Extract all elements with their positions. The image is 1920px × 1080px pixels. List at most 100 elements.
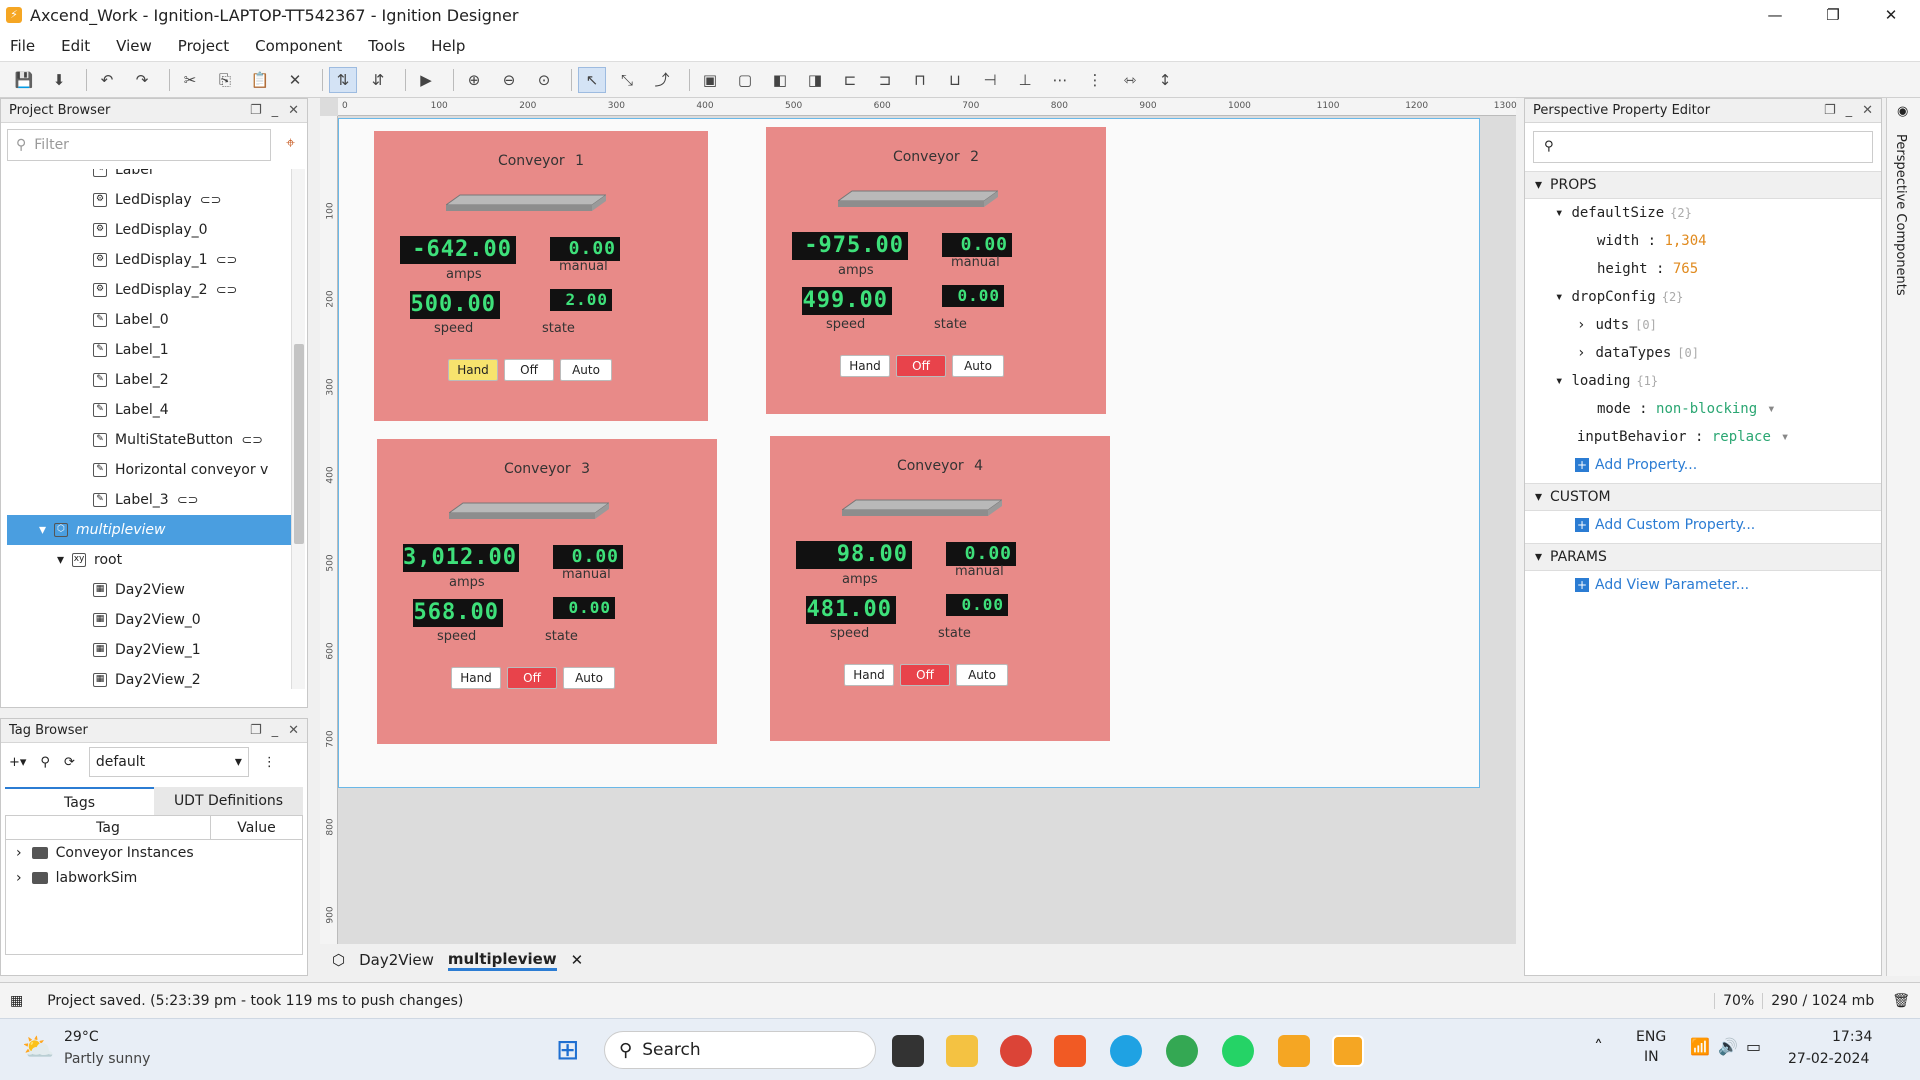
tree-item[interactable]: ✎ Horizontal conveyor v bbox=[7, 455, 291, 485]
tab-day2view[interactable]: Day2View bbox=[359, 951, 434, 969]
tree-item[interactable]: ✎ Label_4 bbox=[7, 395, 291, 425]
align-right-icon[interactable]: ⊣ bbox=[976, 67, 1004, 93]
perspective-components-tab[interactable]: ◉ Perspective Components bbox=[1886, 98, 1920, 976]
zoom-in-icon[interactable]: ⊕ bbox=[460, 67, 488, 93]
auto-button[interactable]: Auto bbox=[952, 355, 1004, 377]
tree-item[interactable]: ✎ MultiStateButton ⊂⊃ bbox=[7, 425, 291, 455]
off-button[interactable]: Off bbox=[504, 359, 554, 381]
tree-item[interactable]: ✎ Label_3 ⊂⊃ bbox=[7, 485, 291, 515]
start-icon[interactable]: ⊞ bbox=[556, 1033, 579, 1066]
menu-edit[interactable]: Edit bbox=[61, 37, 90, 55]
align-left-icon[interactable]: ⊏ bbox=[836, 67, 864, 93]
cut-icon[interactable]: ✂ bbox=[176, 67, 204, 93]
align-center-icon[interactable]: ⊐ bbox=[871, 67, 899, 93]
zoom-out-icon[interactable]: ⊖ bbox=[495, 67, 523, 93]
params-section-header[interactable]: ▾ PARAMS bbox=[1525, 543, 1881, 571]
clock-date[interactable]: 27-02-2024 bbox=[1788, 1051, 1869, 1067]
tag-row[interactable]: › Conveyor Instances bbox=[6, 840, 302, 865]
close-panel-icon[interactable]: ✕ bbox=[288, 103, 299, 118]
locate-icon[interactable]: ⌖ bbox=[286, 133, 295, 153]
tree-item[interactable]: ▾ xy root bbox=[7, 545, 291, 575]
auto-button[interactable]: Auto bbox=[956, 664, 1008, 686]
prop-height[interactable]: height : 765 bbox=[1525, 255, 1881, 283]
auto-button[interactable]: Auto bbox=[563, 667, 615, 689]
play-icon[interactable]: ▶ bbox=[412, 67, 440, 93]
chrome-profile-icon[interactable] bbox=[1166, 1035, 1198, 1067]
off-button[interactable]: Off bbox=[900, 664, 950, 686]
taskbar-search[interactable]: ⚲ Search bbox=[604, 1031, 876, 1069]
volume-icon[interactable]: 🔊 bbox=[1718, 1037, 1738, 1056]
designer-canvas[interactable]: 0 100 200 300 400 500 600 700 800 900 1000 1100 1200… bbox=[320, 98, 1517, 944]
close-button[interactable]: ✕ bbox=[1862, 0, 1920, 30]
add-property-link[interactable]: + Add Property... bbox=[1525, 451, 1881, 479]
hand-button[interactable]: Hand bbox=[840, 355, 890, 377]
prop-dropconfig[interactable]: ▾ dropConfig {2} bbox=[1525, 283, 1881, 311]
trash-icon[interactable]: 🗑 bbox=[1882, 993, 1920, 1009]
copy-icon[interactable]: ⎘ bbox=[211, 67, 239, 93]
refresh-icon[interactable]: ⟳ bbox=[64, 755, 75, 770]
tree-scrollbar[interactable] bbox=[291, 169, 305, 689]
float-icon[interactable]: ❐ bbox=[1824, 103, 1836, 118]
undo-icon[interactable]: ↶ bbox=[93, 67, 121, 93]
conveyor-panel[interactable]: Conveyor 1 -642.00 amps 0.00 manual 500.00 spe… bbox=[374, 131, 708, 421]
hand-button[interactable]: Hand bbox=[844, 664, 894, 686]
chevron-up-icon[interactable]: ˄ bbox=[1594, 1037, 1603, 1058]
minimize-button[interactable]: — bbox=[1746, 0, 1804, 30]
tree-item[interactable]: ✎ Label_1 bbox=[7, 335, 291, 365]
tree-item[interactable]: ▦ Day2View_0 bbox=[7, 605, 291, 635]
minimize-panel-icon[interactable]: _ bbox=[1846, 103, 1853, 118]
tree-item[interactable]: ⚙ LedDisplay_2 ⊂⊃ bbox=[7, 275, 291, 305]
minimize-panel-icon[interactable]: _ bbox=[272, 723, 279, 738]
tree-item[interactable]: ⚙ LedDisplay_0 bbox=[7, 215, 291, 245]
tag-provider-select[interactable]: default ▾ bbox=[88, 747, 249, 777]
prop-datatypes[interactable]: › dataTypes [0] bbox=[1525, 339, 1881, 367]
off-button[interactable]: Off bbox=[507, 667, 557, 689]
distribute-v-icon[interactable]: ⋮ bbox=[1081, 67, 1109, 93]
custom-section-header[interactable]: ▾ CUSTOM bbox=[1525, 483, 1881, 511]
zoom-fit-icon[interactable]: ⊙ bbox=[530, 67, 558, 93]
edge-icon[interactable] bbox=[1110, 1035, 1142, 1067]
hand-button[interactable]: Hand bbox=[448, 359, 498, 381]
connect-icon[interactable]: ⤴ bbox=[648, 67, 676, 93]
language[interactable]: ENG bbox=[1636, 1029, 1666, 1045]
ignition-designer-icon[interactable] bbox=[1332, 1035, 1364, 1067]
tree-item[interactable]: ✎ Label_0 bbox=[7, 305, 291, 335]
select-pointer-icon[interactable]: ↖ bbox=[578, 66, 606, 93]
more-options-icon[interactable]: ⋮ bbox=[263, 755, 276, 770]
same-width-icon[interactable]: ⇿ bbox=[1116, 67, 1144, 93]
props-section-header[interactable]: ▾ PROPS bbox=[1525, 171, 1881, 199]
float-icon[interactable]: ❐ bbox=[250, 723, 262, 738]
prop-width[interactable]: width : 1,304 bbox=[1525, 227, 1881, 255]
region[interactable]: IN bbox=[1644, 1049, 1659, 1065]
ungroup-icon[interactable]: ▢ bbox=[731, 67, 759, 93]
close-tab-icon[interactable]: ✕ bbox=[571, 951, 584, 969]
expand-icon[interactable]: › bbox=[16, 845, 22, 861]
expand-icon[interactable]: ▾ bbox=[39, 522, 46, 538]
prop-udts[interactable]: › udts [0] bbox=[1525, 311, 1881, 339]
tree-item[interactable]: ▦ Day2View_2 bbox=[7, 665, 291, 689]
tree-item[interactable]: ⚙ LedDisplay ⊂⊃ bbox=[7, 185, 291, 215]
add-view-parameter-link[interactable]: + Add View Parameter... bbox=[1525, 571, 1881, 599]
tag-column-header[interactable]: Tag bbox=[6, 816, 211, 839]
conveyor-panel[interactable]: Conveyor 2 -975.00 amps 0.00 manual 499.00 spe… bbox=[766, 127, 1106, 414]
expand-icon[interactable]: ▾ bbox=[57, 552, 64, 568]
bring-front-icon[interactable]: ◧ bbox=[766, 67, 794, 93]
align-bottom-icon[interactable]: ⊔ bbox=[941, 67, 969, 93]
tab-tags[interactable]: Tags bbox=[5, 787, 154, 815]
hand-button[interactable]: Hand bbox=[451, 667, 501, 689]
node-edit-icon[interactable]: ⤡ bbox=[613, 67, 641, 93]
brave-icon[interactable] bbox=[1054, 1035, 1086, 1067]
minimize-panel-icon[interactable]: _ bbox=[272, 103, 279, 118]
tab-multipleview[interactable]: multipleview bbox=[447, 950, 557, 971]
align-top-icon[interactable]: ⊓ bbox=[906, 67, 934, 93]
delete-icon[interactable]: ✕ bbox=[281, 67, 309, 93]
menu-tools[interactable]: Tools bbox=[368, 37, 405, 55]
tree-item[interactable]: ▦ Day2View bbox=[7, 575, 291, 605]
redo-icon[interactable]: ↷ bbox=[128, 67, 156, 93]
tree-item[interactable]: ✎ Label bbox=[7, 169, 291, 185]
add-custom-property-link[interactable]: + Add Custom Property... bbox=[1525, 511, 1881, 539]
menu-view[interactable]: View bbox=[116, 37, 152, 55]
paste-icon[interactable]: 📋 bbox=[246, 67, 274, 93]
save-all-icon[interactable]: ⬇ bbox=[45, 67, 73, 93]
chrome-icon[interactable] bbox=[1000, 1035, 1032, 1067]
